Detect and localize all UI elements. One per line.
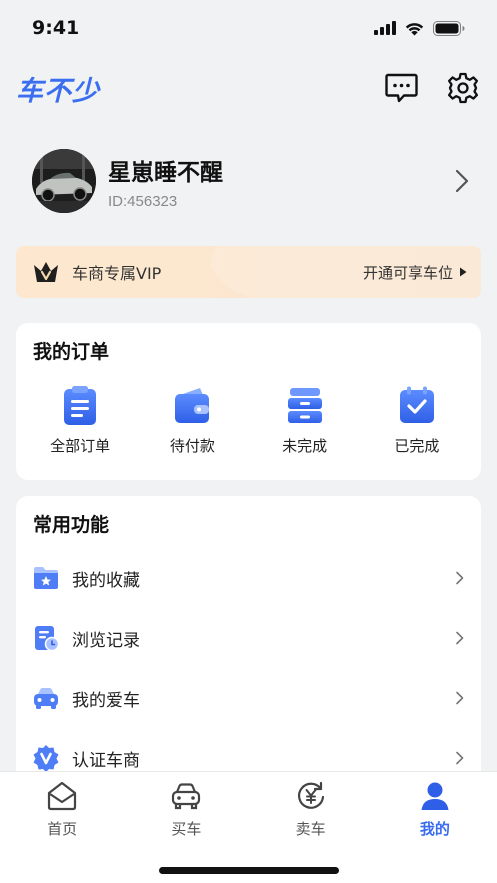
tab-home[interactable]: 首页 [17, 780, 107, 839]
wallet-icon [175, 388, 210, 423]
drawer-icon [287, 388, 322, 423]
car-outline-icon [172, 783, 201, 810]
tab-label: 我的 [419, 820, 450, 838]
tab-bar: 首页 买车 卖车 我的 [0, 771, 497, 883]
profile-row[interactable]: 星崽睡不醒 ID:456323 [32, 148, 472, 214]
order-label: 已完成 [394, 437, 440, 455]
car-icon [34, 688, 58, 709]
order-label: 待付款 [169, 437, 215, 455]
gear-icon [447, 72, 479, 104]
chevron-right-icon [456, 631, 464, 645]
header-actions [383, 70, 481, 106]
settings-button[interactable] [445, 70, 481, 106]
features-card: 常用功能 我的收藏 浏览记录 我的爱车 认证车商 [16, 496, 481, 786]
tab-buy-car[interactable]: 买车 [141, 780, 231, 839]
battery-icon [433, 20, 465, 36]
order-shortcuts: 全部订单 待付款 未完成 已完成 [16, 385, 481, 465]
app-logo: 车不少 [16, 75, 100, 107]
orders-card: 我的订单 全部订单 待付款 未完成 已完成 [16, 323, 481, 480]
status-bar: 9:41 [0, 0, 497, 56]
play-arrow-icon [460, 267, 467, 277]
order-list-icon [64, 386, 97, 425]
messages-button[interactable] [383, 70, 419, 106]
crown-icon [34, 262, 58, 282]
feature-label: 我的爱车 [72, 690, 140, 711]
feature-label: 我的收藏 [72, 570, 140, 591]
feature-item-history[interactable]: 浏览记录 [16, 608, 481, 668]
user-icon [421, 782, 449, 810]
order-item-all[interactable]: 全部订单 [30, 385, 130, 465]
features-title: 常用功能 [33, 514, 110, 536]
verified-badge-icon [33, 745, 59, 772]
profile-text: 星崽睡不醒 ID:456323 [108, 153, 452, 210]
tab-label: 买车 [171, 820, 202, 838]
app-header: 车不少 [0, 62, 497, 114]
tab-label: 首页 [47, 820, 78, 838]
avatar-car-image [32, 149, 96, 213]
orders-title: 我的订单 [33, 341, 110, 363]
chevron-right-icon [456, 571, 464, 585]
chevron-right-icon [456, 751, 464, 765]
vip-banner[interactable]: 车商专属VIP 开通可享车位 [16, 246, 481, 298]
folder-star-icon [34, 567, 58, 589]
profile-id: ID:456323 [108, 192, 178, 210]
yuan-exchange-icon [297, 781, 324, 809]
feature-label: 浏览记录 [72, 630, 140, 651]
chevron-right-icon [456, 691, 464, 705]
tab-sell-car[interactable]: 卖车 [266, 780, 356, 839]
feature-item-favorites[interactable]: 我的收藏 [16, 548, 481, 608]
avatar[interactable] [32, 149, 96, 213]
feature-item-my-car[interactable]: 我的爱车 [16, 668, 481, 728]
vip-cta-label: 开通可享车位 [362, 263, 453, 282]
order-item-pending-payment[interactable]: 待付款 [142, 385, 242, 465]
tab-label: 卖车 [295, 820, 326, 838]
feature-label: 认证车商 [72, 750, 140, 771]
order-label: 全部订单 [50, 437, 111, 455]
status-icons [374, 20, 465, 36]
profile-name: 星崽睡不醒 [108, 159, 223, 186]
cellular-signal-icon [374, 21, 396, 35]
feature-list: 我的收藏 浏览记录 我的爱车 认证车商 [16, 548, 481, 788]
order-item-incomplete[interactable]: 未完成 [255, 385, 355, 465]
home-icon [48, 781, 77, 811]
tab-row: 首页 买车 卖车 我的 [0, 772, 497, 839]
status-time: 9:41 [32, 17, 80, 39]
tab-mine[interactable]: 我的 [390, 780, 480, 839]
home-indicator [159, 867, 339, 874]
profile-chevron-icon[interactable] [452, 166, 472, 196]
order-label: 未完成 [282, 437, 328, 455]
message-icon [384, 73, 418, 103]
clipboard-check-icon [399, 386, 434, 423]
vip-label: 车商专属VIP [72, 264, 162, 283]
order-item-completed[interactable]: 已完成 [367, 385, 467, 465]
history-doc-icon [35, 626, 60, 652]
vip-cta[interactable]: 开通可享车位 [363, 262, 467, 283]
wifi-icon [405, 22, 424, 35]
